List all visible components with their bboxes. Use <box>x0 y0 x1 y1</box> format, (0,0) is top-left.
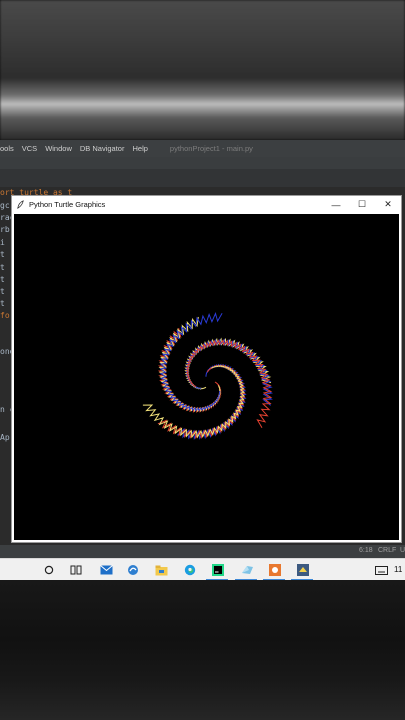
tray-clock[interactable]: 11 <box>394 565 402 574</box>
file-explorer-icon[interactable] <box>154 563 168 577</box>
mail-icon[interactable] <box>99 563 113 577</box>
code-line: i <box>0 238 5 247</box>
code-line: rb <box>0 225 10 234</box>
task-view-icon[interactable] <box>69 563 83 577</box>
close-button[interactable]: ✕ <box>375 196 401 213</box>
menu-vcs[interactable]: VCS <box>22 144 37 153</box>
code-line: t <box>0 250 5 259</box>
close-icon: ✕ <box>384 199 392 209</box>
maximize-icon: ☐ <box>357 199 367 209</box>
paint-icon[interactable] <box>268 563 282 577</box>
code-line: fo <box>0 311 10 320</box>
code-line: Ap <box>0 433 10 442</box>
window-titlebar[interactable]: Python Turtle Graphics — ☐ ✕ <box>12 196 401 213</box>
code-line: t <box>0 263 5 272</box>
edge-icon[interactable] <box>183 563 197 577</box>
azure-data-studio-icon[interactable] <box>240 563 254 577</box>
turtle-canvas[interactable] <box>14 214 399 540</box>
spiral-arm <box>159 312 223 412</box>
spiral-drawing <box>142 312 274 441</box>
menu-help[interactable]: Help <box>132 144 147 153</box>
spiral-arm <box>185 339 273 428</box>
ide-toolbar <box>0 157 405 169</box>
code-line: t <box>0 275 5 284</box>
pycharm-icon[interactable] <box>211 563 225 577</box>
window-title: Python Turtle Graphics <box>29 200 106 209</box>
status-cursor-position[interactable]: 6:18 <box>359 547 373 554</box>
keyboard-icon[interactable] <box>374 563 388 577</box>
menu-window[interactable]: Window <box>45 144 72 153</box>
status-line-ending[interactable]: CRLF <box>378 547 396 554</box>
turtle-graphics-window[interactable]: Python Turtle Graphics — ☐ ✕ <box>11 195 402 543</box>
menu-db-navigator[interactable]: DB Navigator <box>80 144 125 153</box>
menu-tools[interactable]: ools <box>0 144 14 153</box>
ide-project-title: pythonProject1 - main.py <box>169 144 253 153</box>
edge-legacy-icon[interactable] <box>126 563 140 577</box>
python-turtle-icon[interactable] <box>296 563 310 577</box>
ide-menubar: ools VCS Window DB Navigator Help python… <box>0 140 405 157</box>
search-circle-icon[interactable] <box>42 563 56 577</box>
windows-taskbar: 11 <box>0 558 405 581</box>
minimize-icon: — <box>331 199 341 210</box>
code-line: t <box>0 299 5 308</box>
ide-tab-bar <box>0 169 405 188</box>
maximize-button[interactable]: ☐ <box>349 196 375 213</box>
blurred-background-bottom <box>0 580 405 720</box>
minimize-button[interactable]: — <box>323 196 349 213</box>
feather-icon <box>17 200 24 209</box>
code-line: t <box>0 287 5 296</box>
code-line: gc <box>0 201 10 210</box>
ide-status-bar: 6:18 CRLF U <box>0 545 405 558</box>
blurred-background-top <box>0 0 405 140</box>
status-encoding[interactable]: U <box>400 547 405 554</box>
